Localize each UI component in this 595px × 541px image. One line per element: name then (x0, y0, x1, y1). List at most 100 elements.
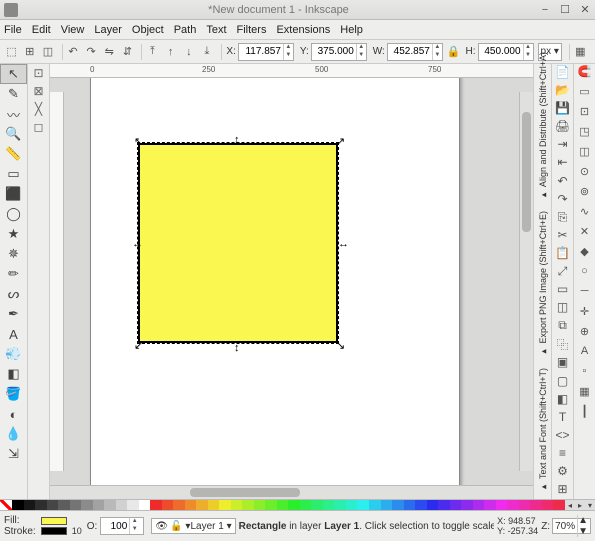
scrollbar-thumb[interactable] (522, 112, 531, 232)
snap-rot-center-icon[interactable]: ⊕ (580, 325, 589, 343)
palette-swatch[interactable] (254, 500, 266, 510)
palette-swatch[interactable] (127, 500, 139, 510)
handle-sw-icon[interactable]: ↙ (134, 342, 143, 351)
palette-scroll-right-icon[interactable]: ▸ (575, 500, 585, 510)
menu-edit[interactable]: Edit (32, 24, 51, 36)
calligraphy-tool-icon[interactable]: ✒ (0, 304, 27, 324)
palette-swatch[interactable] (277, 500, 289, 510)
y-field[interactable] (312, 46, 356, 57)
lower-bottom-icon[interactable]: ⤓ (199, 43, 214, 61)
snap-line-mid-icon[interactable]: ─ (581, 285, 589, 303)
menu-file[interactable]: File (4, 24, 22, 36)
palette-swatch[interactable] (81, 500, 93, 510)
maximize-button[interactable]: ☐ (558, 3, 572, 17)
node-tool-icon[interactable]: ✎ (0, 84, 27, 104)
palette-swatch[interactable] (70, 500, 82, 510)
minimize-button[interactable]: − (538, 3, 552, 17)
snap-page-icon[interactable]: ▫ (583, 365, 587, 383)
snap-enable-icon[interactable]: 🧲 (578, 65, 592, 83)
palette-swatch[interactable] (58, 500, 70, 510)
h-field[interactable] (479, 46, 523, 57)
text-dialog-icon[interactable]: T (559, 410, 566, 426)
palette-swatch[interactable] (461, 500, 473, 510)
palette-swatch[interactable] (346, 500, 358, 510)
palette-swatch[interactable] (392, 500, 404, 510)
handle-se-icon[interactable]: ↘ (336, 342, 345, 351)
menu-object[interactable]: Object (132, 24, 164, 36)
palette-swatch[interactable] (35, 500, 47, 510)
cut-icon[interactable]: ✂ (557, 228, 567, 244)
stroke-swatch[interactable] (41, 527, 67, 535)
measure-tool-icon[interactable]: 📏 (0, 144, 27, 164)
aux-icon[interactable]: ◻ (34, 120, 44, 138)
3dbox-tool-icon[interactable]: ⬛ (0, 184, 27, 204)
palette-swatch[interactable] (404, 500, 416, 510)
palette-swatch[interactable] (450, 500, 462, 510)
zoom-page-icon[interactable]: ▭ (557, 282, 568, 298)
bezier-tool-icon[interactable]: ᔕ (0, 284, 27, 304)
palette-swatch[interactable] (530, 500, 542, 510)
palette-menu-icon[interactable]: ▾ (585, 500, 595, 510)
palette-swatch[interactable] (357, 500, 369, 510)
dock-tab-text[interactable]: ▸ Text and Font (Shift+Ctrl+T) (537, 365, 549, 495)
y-input[interactable]: ▲▼ (311, 43, 367, 61)
deselect-icon[interactable]: ◫ (40, 43, 55, 61)
palette-swatch[interactable] (381, 500, 393, 510)
flip-h-icon[interactable]: ⇋ (102, 43, 117, 61)
zoom-fit-icon[interactable]: ⤢ (558, 264, 568, 280)
close-button[interactable]: ✕ (578, 3, 592, 17)
eraser-tool-icon[interactable]: ◧ (0, 364, 27, 384)
handle-ne-icon[interactable]: ↗ (336, 138, 345, 147)
flip-v-icon[interactable]: ⇵ (120, 43, 135, 61)
color-palette[interactable]: ◂ ▸ ▾ (0, 499, 595, 511)
spiral-tool-icon[interactable]: ✵ (0, 244, 27, 264)
ruler-vertical[interactable] (50, 92, 64, 471)
snap-bbox-center-icon[interactable]: ⊙ (580, 165, 589, 183)
handle-s-icon[interactable]: ↕ (234, 344, 243, 353)
snap-cusp-icon[interactable]: ◆ (580, 245, 588, 263)
palette-swatch[interactable] (369, 500, 381, 510)
new-doc-icon[interactable]: 📄 (555, 65, 570, 81)
transform-affect-icon[interactable]: ▦ (573, 43, 588, 61)
snap-guide-icon[interactable]: ┃ (581, 405, 588, 423)
fill-swatch[interactable] (41, 517, 67, 525)
snap-smooth-icon[interactable]: ○ (581, 265, 588, 283)
menu-filters[interactable]: Filters (237, 24, 267, 36)
raise-icon[interactable]: ↑ (163, 43, 178, 61)
snap-bbox-mid-icon[interactable]: ◫ (579, 145, 589, 163)
opacity-input[interactable]: ▲▼ (100, 517, 144, 535)
palette-scroll-left-icon[interactable]: ◂ (565, 500, 575, 510)
lower-icon[interactable]: ↓ (181, 43, 196, 61)
snap-grid-icon[interactable]: ▦ (579, 385, 589, 403)
palette-swatch[interactable] (542, 500, 554, 510)
rectangle-tool-icon[interactable]: ▭ (0, 164, 27, 184)
palette-swatch[interactable] (334, 500, 346, 510)
opacity-field[interactable] (101, 521, 129, 532)
zoom-drawing-icon[interactable]: ◫ (557, 300, 568, 316)
tweak-tool-icon[interactable]: 〰 (0, 104, 27, 124)
ungroup-icon[interactable]: ▢ (557, 374, 568, 390)
handle-nw-icon[interactable]: ↖ (134, 138, 143, 147)
palette-swatch[interactable] (219, 500, 231, 510)
redo-icon[interactable]: ↷ (557, 192, 567, 208)
palette-swatch[interactable] (415, 500, 427, 510)
snap-text-icon[interactable]: A (581, 345, 588, 363)
palette-swatch[interactable] (162, 500, 174, 510)
text-tool-icon[interactable]: A (0, 324, 27, 344)
print-icon[interactable]: 🖨 (555, 119, 570, 135)
group-icon[interactable]: ▣ (557, 355, 568, 371)
palette-swatch[interactable] (427, 500, 439, 510)
handle-e-icon[interactable]: ↔ (338, 240, 347, 249)
snap-node-icon[interactable]: ⊚ (580, 185, 589, 203)
import-icon[interactable]: ⇥ (557, 137, 567, 153)
menu-layer[interactable]: Layer (94, 24, 122, 36)
menu-extensions[interactable]: Extensions (276, 24, 330, 36)
palette-swatch[interactable] (323, 500, 335, 510)
undo-icon[interactable]: ↶ (557, 174, 567, 190)
layer-selector[interactable]: 👁 🔓 ▾Layer 1 ▾ (151, 518, 235, 534)
vertical-scrollbar[interactable] (519, 92, 533, 471)
palette-swatch[interactable] (104, 500, 116, 510)
palette-swatch[interactable] (185, 500, 197, 510)
dock-tab-export[interactable]: ▸ Export PNG Image (Shift+Ctrl+E) (537, 208, 549, 359)
snap-bbox-icon[interactable]: ▭ (579, 85, 589, 103)
